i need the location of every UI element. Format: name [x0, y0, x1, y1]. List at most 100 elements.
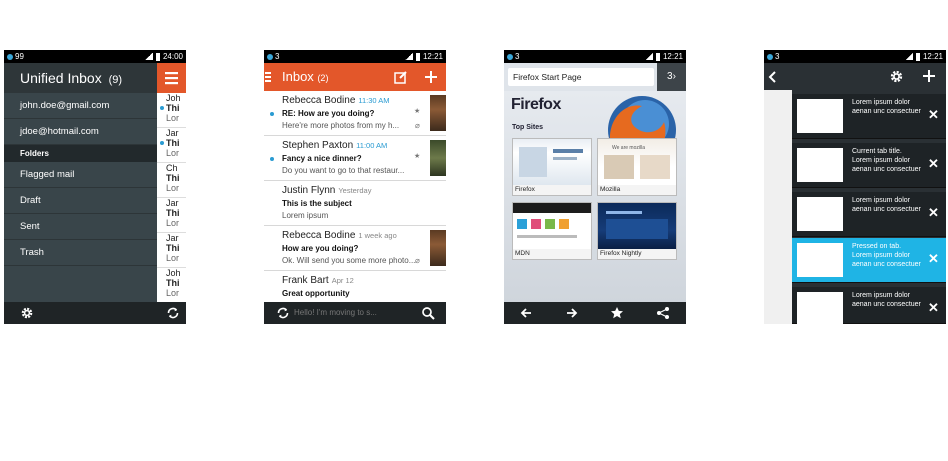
- list-item[interactable]: Joh Thi Lor: [157, 268, 186, 303]
- close-tab-button[interactable]: ✕: [928, 251, 939, 267]
- sync-button[interactable]: [276, 306, 290, 320]
- message-row[interactable]: Justin Flynn Yesterday This is the subjec…: [264, 181, 446, 226]
- message-row[interactable]: Stephen Paxton 11:00 AM Fancy a nice dinn…: [264, 136, 446, 181]
- sync-button[interactable]: [166, 306, 180, 320]
- folder-item[interactable]: Flagged mail: [4, 162, 157, 188]
- unread-dot: [270, 112, 274, 116]
- notification-count: 99: [15, 52, 24, 61]
- notification-icon: [507, 53, 513, 60]
- settings-button[interactable]: [20, 306, 34, 320]
- message-time: 1 week ago: [358, 231, 397, 240]
- arrow-right-icon: [567, 308, 578, 318]
- signal-icon: [144, 53, 153, 60]
- tab-switcher-screen: 3 12:21 Lorem ipsum dolor aenan unc cons…: [764, 50, 946, 324]
- page-block: [553, 149, 583, 153]
- notification-icon: [267, 53, 273, 60]
- message-preview: Hello! I'm moving to s...: [294, 308, 377, 317]
- unified-inbox-item[interactable]: Unified Inbox (9): [4, 63, 157, 93]
- battery-icon: [655, 52, 660, 61]
- star-icon[interactable]: ★: [414, 152, 420, 160]
- tab-item[interactable]: Lorem ipsum dolor aenan unc consectuer ✕: [792, 192, 946, 237]
- message-row[interactable]: Rebecca Bodine 11:30 AM RE: How are you d…: [264, 91, 446, 136]
- site-thumbnail: [598, 203, 676, 249]
- search-button[interactable]: [421, 306, 435, 320]
- menu-button[interactable]: [157, 63, 186, 93]
- peek-preview: Lor: [166, 113, 180, 123]
- tab-title: Current tab title. Lorem ipsum dolor aen…: [852, 148, 921, 173]
- inbox-peek[interactable]: Joh Thi Lor Jar Thi Lor Ch Thi Lor Jar T…: [157, 93, 186, 303]
- folder-item[interactable]: Draft: [4, 188, 157, 214]
- inbox-header: Inbox (2): [264, 63, 446, 91]
- close-tab-button[interactable]: ✕: [928, 300, 939, 316]
- current-page-edge: [764, 90, 792, 324]
- tabs-button[interactable]: 3›: [657, 63, 686, 91]
- folder-item[interactable]: Trash: [4, 240, 157, 266]
- tab-item[interactable]: Lorem ipsum dolor aenan unc consectuer ✕: [792, 94, 946, 139]
- close-tab-button[interactable]: ✕: [928, 156, 939, 172]
- message-subject: Great opportunity: [282, 289, 350, 298]
- avatar: [430, 230, 446, 266]
- tab-item-selected[interactable]: Pressed on tab. Lorem ipsum dolor aenan …: [792, 238, 946, 283]
- top-site-tile[interactable]: Firefox Nightly: [597, 202, 677, 260]
- battery-icon: [415, 52, 420, 61]
- list-item[interactable]: Jar Thi Lor: [157, 233, 186, 268]
- back-button[interactable]: [519, 306, 533, 320]
- message-row[interactable]: Rebecca Bodine 1 week ago How are you doi…: [264, 226, 446, 271]
- account-item[interactable]: jdoe@hotmail.com: [4, 119, 157, 145]
- page-block: [553, 157, 577, 160]
- plus-icon: [425, 71, 437, 83]
- tabs-header: [764, 63, 946, 90]
- site-name: Mozilla: [600, 186, 621, 193]
- list-item[interactable]: Jar Thi Lor: [157, 198, 186, 233]
- top-site-tile[interactable]: Firefox: [512, 138, 592, 196]
- settings-button[interactable]: [889, 69, 904, 84]
- status-bar: 99 24:00: [4, 50, 186, 63]
- list-item[interactable]: Jar Thi Lor: [157, 128, 186, 163]
- list-item[interactable]: Joh Thi Lor: [157, 93, 186, 128]
- message-preview: Here're more photos from my h...: [282, 121, 400, 130]
- page-block: [519, 147, 547, 177]
- top-site-tile[interactable]: We are mozilla Mozilla: [597, 138, 677, 196]
- tab-item[interactable]: Lorem ipsum dolor aenan unc consectuer ✕: [792, 287, 946, 324]
- new-tab-button[interactable]: [922, 69, 936, 83]
- menu-button[interactable]: [264, 63, 274, 91]
- peek-subject: Thi: [166, 103, 180, 113]
- folder-item[interactable]: Sent: [4, 214, 157, 240]
- peek-subject: Thi: [166, 243, 180, 253]
- clock: 12:21: [922, 52, 943, 61]
- compose-button[interactable]: [394, 70, 408, 84]
- account-item[interactable]: john.doe@gmail.com: [4, 93, 157, 119]
- close-tab-button[interactable]: ✕: [928, 107, 939, 123]
- tab-count: 3: [667, 71, 673, 82]
- tab-item[interactable]: Current tab title. Lorem ipsum dolor aen…: [792, 143, 946, 188]
- url-input[interactable]: Firefox Start Page: [508, 68, 654, 86]
- sender-name: Frank Bart: [282, 275, 329, 286]
- chevron-left-icon: [768, 71, 776, 83]
- bookmark-button[interactable]: [610, 306, 624, 320]
- page-block: [545, 219, 555, 229]
- tab-title: Lorem ipsum dolor aenan unc consectuer: [852, 99, 921, 115]
- unread-dot: [160, 106, 164, 110]
- share-button[interactable]: [656, 306, 670, 320]
- message-subject: How are you doing?: [282, 244, 359, 253]
- tab-thumbnail: [797, 292, 843, 324]
- close-tab-button[interactable]: ✕: [928, 205, 939, 221]
- add-button[interactable]: [424, 70, 438, 84]
- clock: 12:21: [662, 52, 683, 61]
- back-button[interactable]: [767, 70, 779, 84]
- page-block: [604, 155, 634, 179]
- list-item[interactable]: Ch Thi Lor: [157, 163, 186, 198]
- message-row[interactable]: Frank Bart Apr 12 Great opportunity: [264, 271, 446, 302]
- peek-preview: Lor: [166, 253, 180, 263]
- notification-count: 3: [275, 52, 280, 61]
- forward-button[interactable]: [565, 306, 579, 320]
- page-block: [606, 219, 668, 239]
- page-block: [640, 155, 670, 179]
- share-icon: [657, 307, 669, 319]
- top-site-tile[interactable]: MDN: [512, 202, 592, 260]
- star-icon[interactable]: ★: [414, 107, 420, 115]
- message-preview: Lorem ipsum: [282, 211, 329, 220]
- inbox-title: Inbox: [282, 69, 314, 84]
- signal-icon: [404, 53, 413, 60]
- status-bar: 3 12:21: [264, 50, 446, 63]
